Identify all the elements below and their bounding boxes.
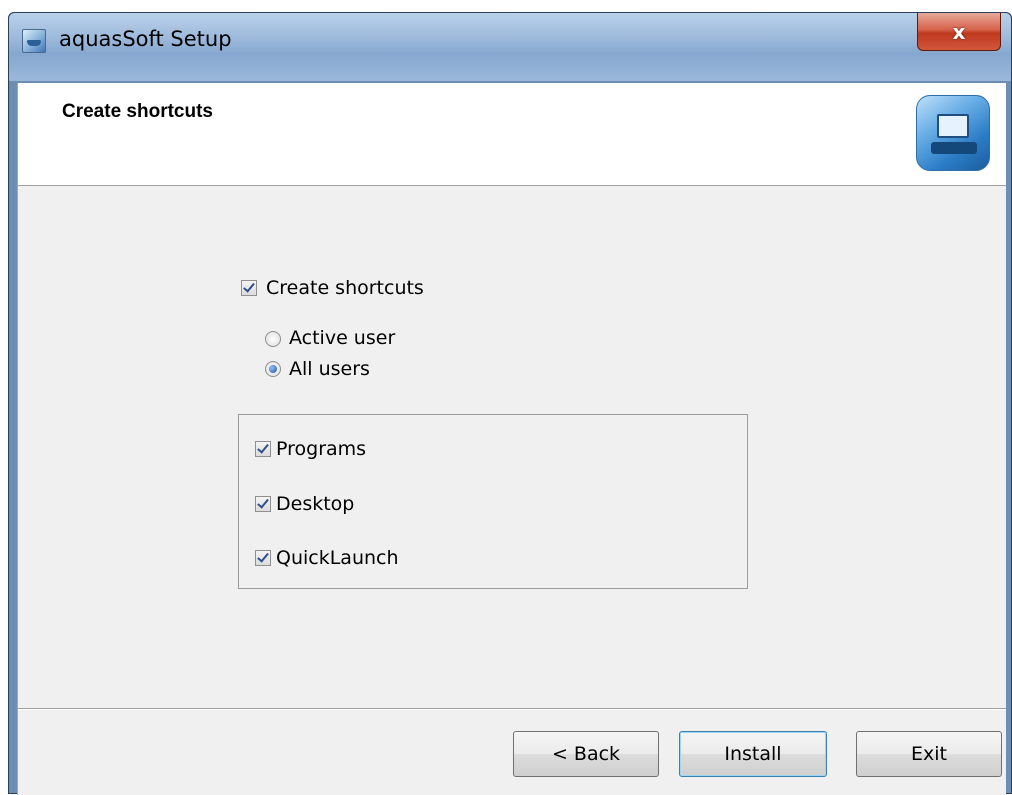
all-users-label[interactable]: All users bbox=[289, 358, 370, 380]
quicklaunch-checkbox[interactable] bbox=[255, 550, 271, 566]
install-button[interactable]: Install bbox=[679, 731, 827, 777]
setup-window: aquasSoft Setup x Create shortcuts Creat… bbox=[8, 12, 1012, 795]
dialog-client: Create shortcuts Create shortcuts Active… bbox=[17, 83, 1006, 795]
header-banner: Create shortcuts bbox=[18, 83, 1006, 186]
create-shortcuts-label[interactable]: Create shortcuts bbox=[266, 277, 424, 299]
title-bar[interactable]: aquasSoft Setup x bbox=[9, 13, 1011, 81]
desktop-checkbox[interactable] bbox=[255, 496, 271, 512]
computer-logo-icon bbox=[916, 95, 990, 171]
programs-checkbox[interactable] bbox=[255, 441, 271, 457]
monitor-base-shape bbox=[931, 142, 977, 154]
page-title: Create shortcuts bbox=[62, 101, 213, 122]
footer-separator bbox=[18, 708, 1006, 710]
close-button[interactable]: x bbox=[917, 13, 1001, 51]
exit-button[interactable]: Exit bbox=[856, 731, 1002, 777]
quicklaunch-label[interactable]: QuickLaunch bbox=[276, 547, 399, 569]
app-icon bbox=[22, 29, 46, 53]
monitor-shape bbox=[937, 114, 969, 138]
active-user-radio[interactable] bbox=[265, 331, 281, 347]
back-button[interactable]: < Back bbox=[513, 731, 659, 777]
desktop-label[interactable]: Desktop bbox=[276, 493, 354, 515]
create-shortcuts-checkbox[interactable] bbox=[241, 280, 257, 296]
active-user-label[interactable]: Active user bbox=[289, 327, 395, 349]
window-title: aquasSoft Setup bbox=[59, 27, 232, 51]
all-users-radio[interactable] bbox=[265, 361, 281, 377]
programs-label[interactable]: Programs bbox=[276, 438, 366, 460]
